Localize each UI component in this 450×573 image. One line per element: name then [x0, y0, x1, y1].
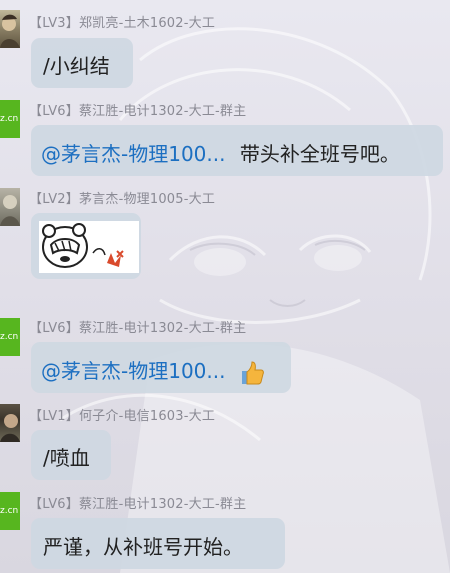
user-avatar[interactable]: z.cn [0, 492, 20, 530]
user-avatar[interactable] [0, 10, 20, 48]
sender-nickname: 【LV3】郑凯亮-土木1602-大工 [29, 16, 216, 31]
sender-nickname: 【LV6】蔡江胜-电计1302-大工-群主 [29, 104, 247, 119]
photo-avatar-icon [0, 14, 20, 48]
message-text: 严谨，从补班号开始。 [43, 535, 243, 559]
user-avatar[interactable] [0, 404, 20, 442]
sender-nickname: 【LV2】茅言杰-物理1005-大工 [29, 192, 216, 207]
message-bubble[interactable]: @茅言杰-物理100... 带头补全班号吧。 [31, 125, 443, 176]
avatar-label: z.cn [0, 114, 19, 124]
message-bubble[interactable]: @茅言杰-物理100... [31, 342, 291, 393]
message-bubble[interactable]: /喷血 [31, 430, 111, 480]
mention-link[interactable]: @茅言杰-物理100... [41, 359, 225, 383]
avatar-label: z.cn [0, 332, 19, 342]
user-avatar[interactable] [0, 188, 20, 226]
sender-nickname: 【LV6】蔡江胜-电计1302-大工-群主 [29, 321, 247, 336]
avatar-label: z.cn [0, 506, 19, 516]
sticker-bubble[interactable] [31, 213, 141, 279]
user-avatar[interactable]: z.cn [0, 100, 20, 138]
photo-avatar-icon [0, 414, 20, 442]
message-bubble[interactable]: 严谨，从补班号开始。 [31, 518, 285, 569]
sender-nickname: 【LV1】何子介-电信1603-大工 [29, 409, 216, 424]
facepalm-bear-sticker [39, 221, 139, 273]
message-text: 带头补全班号吧。 [239, 142, 400, 166]
thumbs-up-emoji [241, 360, 264, 384]
user-avatar[interactable]: z.cn [0, 318, 20, 356]
sender-nickname: 【LV6】蔡江胜-电计1302-大工-群主 [29, 497, 247, 512]
message-text: /喷血 [43, 446, 90, 470]
message-bubble[interactable]: /小纠结 [31, 38, 133, 88]
message-text: /小纠结 [43, 54, 110, 78]
photo-avatar-icon [0, 195, 20, 226]
mention-link[interactable]: @茅言杰-物理100... [41, 142, 225, 166]
chat-message-list[interactable]: 【LV3】郑凯亮-土木1602-大工 /小纠结 z.cn 【LV6】蔡江胜-电计… [0, 0, 450, 573]
